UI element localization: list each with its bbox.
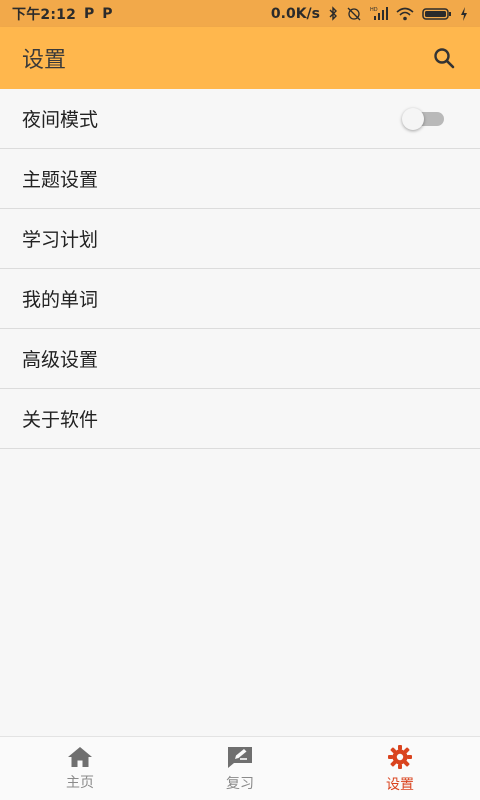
search-icon	[432, 46, 456, 70]
settings-item-label: 夜间模式	[22, 109, 99, 131]
settings-item-my-words[interactable]: 我的单词	[0, 269, 480, 329]
bluetooth-icon	[328, 6, 338, 21]
settings-item-label: 关于软件	[22, 409, 99, 431]
alarm-off-icon	[346, 6, 362, 21]
wifi-icon	[396, 7, 414, 21]
nav-label: 复习	[226, 775, 254, 792]
night-mode-toggle[interactable]	[402, 107, 444, 130]
nav-item-settings[interactable]: 设置	[320, 737, 480, 800]
bottom-nav: 主页 复习 设置	[0, 736, 480, 800]
settings-item-night-mode[interactable]: 夜间模式	[0, 89, 480, 149]
network-speed: 0.0K/s	[270, 5, 320, 22]
settings-list: 夜间模式 主题设置 学习计划 我的单词 高级设置 关于软件	[0, 89, 480, 449]
settings-item-study-plan[interactable]: 学习计划	[0, 209, 480, 269]
settings-item-label: 我的单词	[22, 289, 99, 311]
app-bar: 设置	[0, 27, 480, 89]
nav-item-home[interactable]: 主页	[0, 737, 160, 800]
page-title: 设置	[22, 48, 67, 73]
settings-item-advanced[interactable]: 高级设置	[0, 329, 480, 389]
status-right: 0.0K/s HD	[271, 6, 468, 22]
settings-item-theme[interactable]: 主题设置	[0, 149, 480, 209]
status-time: 下午2:12	[12, 6, 77, 23]
parking-notification-icon: P	[102, 5, 113, 22]
status-bar: 下午2:12 P P 0.0K/s HD	[0, 0, 480, 27]
status-left: 下午2:12 P P	[12, 4, 113, 24]
search-button[interactable]	[428, 42, 460, 74]
gear-icon	[387, 744, 413, 770]
charging-icon	[460, 6, 468, 21]
battery-icon	[422, 7, 452, 21]
review-icon	[226, 745, 254, 769]
nav-label: 主页	[66, 774, 94, 791]
settings-item-label: 高级设置	[22, 349, 99, 371]
settings-item-label: 主题设置	[22, 169, 99, 191]
nav-label: 设置	[386, 776, 414, 793]
toggle-thumb	[402, 107, 424, 130]
hd-signal-icon: HD	[370, 6, 388, 21]
nav-item-review[interactable]: 复习	[160, 737, 320, 800]
svg-text:HD: HD	[370, 7, 378, 13]
settings-item-about[interactable]: 关于软件	[0, 389, 480, 449]
settings-item-label: 学习计划	[22, 229, 99, 251]
parking-notification-icon: P	[84, 5, 95, 22]
home-icon	[67, 746, 93, 768]
